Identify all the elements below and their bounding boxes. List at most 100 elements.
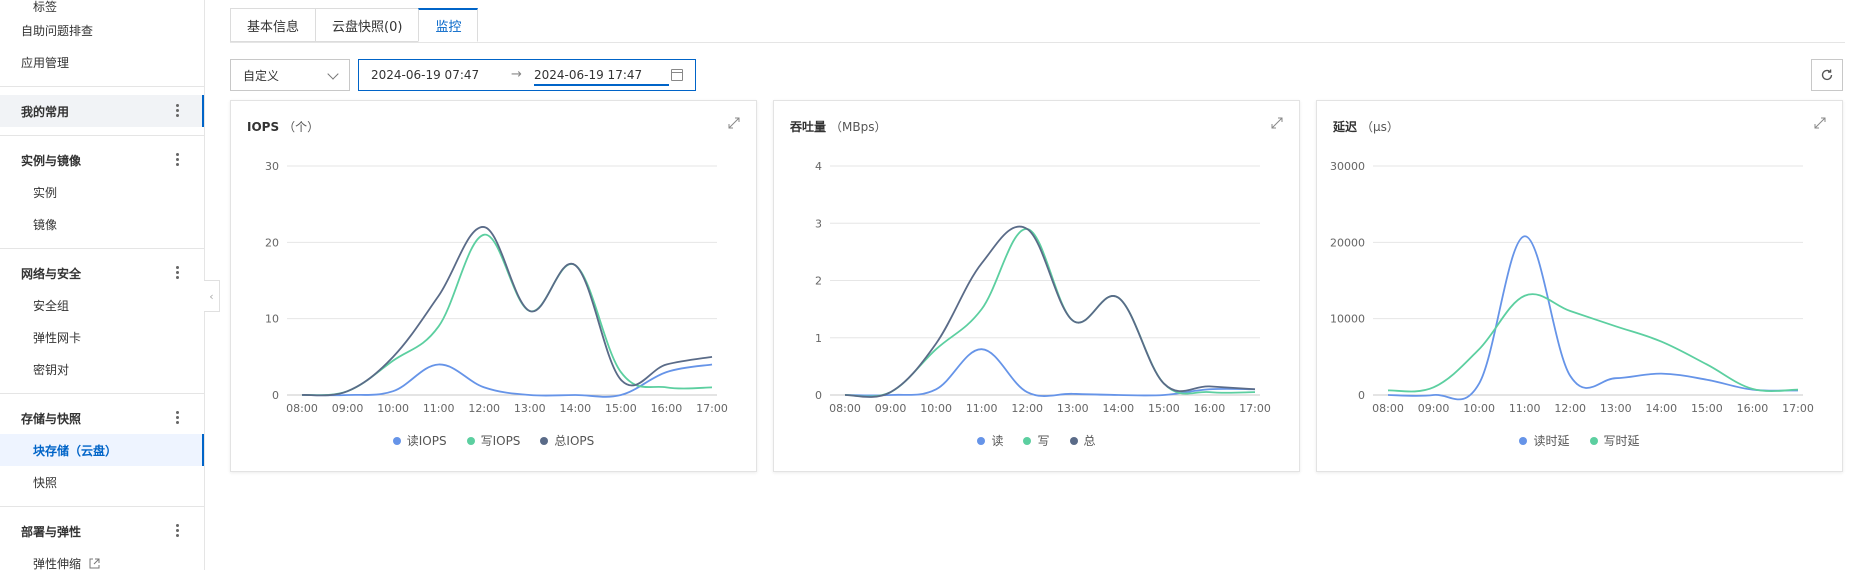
x-tick-label: 12:00 bbox=[1011, 402, 1043, 415]
legend-dot bbox=[540, 436, 549, 445]
chart-plot: 0 10 20 30 08:00 09:00 10:00 11:00 12:00 13:00 14:… bbox=[265, 160, 728, 415]
series-line-write bbox=[844, 228, 1256, 398]
time-range-select-value: 自定义 bbox=[243, 68, 280, 83]
legend-label: 读 bbox=[991, 434, 1004, 448]
sidebar-collapse-handle[interactable]: ‹ bbox=[204, 280, 220, 312]
legend-item[interactable]: 读IOPS bbox=[392, 432, 447, 449]
sidebar-item-label: 弹性伸缩 bbox=[33, 556, 82, 571]
legend-dot bbox=[392, 436, 401, 445]
iops-chart-card: 0 10 20 30 08:00 09:00 10:00 11:00 12:00 13:00 14:… bbox=[230, 100, 757, 472]
legend-label: 读IOPS bbox=[406, 434, 447, 448]
sidebar-item-label: 网络与安全 bbox=[21, 266, 82, 281]
calendar-icon[interactable] bbox=[671, 69, 683, 81]
sidebar: 标签 自助问题排查 应用管理 我的常用 实例与镜像 实例 镜像 网络与安全 安全组 弹性网卡 密钥对… bbox=[0, 0, 205, 571]
date-range-picker[interactable]: 2024-06-19 07:47 → 2024-06-19 17:47 bbox=[358, 59, 696, 91]
x-tick-label: 12:00 bbox=[468, 402, 500, 415]
sidebar-item-label: 实例与镜像 bbox=[21, 153, 82, 168]
sidebar-item[interactable]: 安全组 bbox=[0, 289, 204, 321]
legend-item[interactable]: 写IOPS bbox=[466, 432, 520, 449]
sidebar-item[interactable]: 应用管理 bbox=[0, 46, 204, 78]
legend-label: 写 bbox=[1037, 434, 1050, 448]
sidebar-item-label: 密钥对 bbox=[33, 362, 70, 377]
sidebar-item[interactable]: 自助问题排查 bbox=[0, 14, 204, 46]
legend-dot bbox=[1069, 436, 1078, 445]
tab-basic-info[interactable]: 基本信息 bbox=[230, 8, 316, 42]
series-line-total bbox=[301, 226, 713, 397]
sidebar-item-label: 我的常用 bbox=[21, 104, 70, 119]
x-tick-label: 08:00 bbox=[1372, 402, 1404, 415]
x-tick-label: 15:00 bbox=[1148, 402, 1180, 415]
refresh-button[interactable] bbox=[1811, 59, 1843, 91]
x-tick-label: 17:00 bbox=[1782, 402, 1814, 415]
y-tick-label: 30000 bbox=[1330, 160, 1365, 173]
x-tick-label: 13:00 bbox=[1600, 402, 1632, 415]
sidebar-item[interactable]: 镜像 bbox=[0, 208, 204, 240]
sidebar-divider bbox=[0, 248, 204, 249]
tab-monitoring[interactable]: 监控 bbox=[418, 8, 479, 42]
x-tick-label: 16:00 bbox=[1194, 402, 1226, 415]
sidebar-item[interactable]: 实例与镜像 bbox=[0, 144, 204, 176]
range-arrow-icon: → bbox=[511, 67, 522, 82]
expand-icon[interactable] bbox=[728, 117, 740, 129]
x-tick-label: 14:00 bbox=[1102, 402, 1134, 415]
legend-label: 总IOPS bbox=[554, 434, 595, 448]
sidebar-item[interactable]: 实例 bbox=[0, 176, 204, 208]
chart-plot: 0 10000 20000 30000 08:00 09:00 10:00 11:00 12:0… bbox=[1330, 160, 1814, 415]
expand-icon[interactable] bbox=[1271, 117, 1283, 129]
y-tick-label: 3 bbox=[815, 217, 822, 230]
legend-item[interactable]: 读 bbox=[977, 432, 1003, 449]
range-end-input[interactable]: 2024-06-19 17:47 bbox=[534, 68, 669, 86]
x-tick-label: 13:00 bbox=[1057, 402, 1089, 415]
x-tick-label: 15:00 bbox=[605, 402, 637, 415]
range-start-input[interactable]: 2024-06-19 07:47 bbox=[371, 68, 479, 82]
detail-tabs: 基本信息 云盘快照(0) 监控 bbox=[230, 8, 479, 42]
x-tick-label: 09:00 bbox=[1418, 402, 1450, 415]
more-icon[interactable] bbox=[176, 524, 180, 538]
sidebar-divider bbox=[0, 393, 204, 394]
chart-legend: 读写总 bbox=[774, 432, 1299, 449]
legend-item[interactable]: 读时延 bbox=[1519, 432, 1570, 449]
time-range-select[interactable]: 自定义 bbox=[230, 59, 350, 91]
more-icon[interactable] bbox=[176, 266, 180, 280]
more-icon[interactable] bbox=[176, 153, 180, 167]
sidebar-item[interactable]: 网络与安全 bbox=[0, 257, 204, 289]
legend-item[interactable]: 写 bbox=[1023, 432, 1050, 449]
chart-legend: 读IOPS 写IOPS 总IOPS bbox=[231, 432, 756, 449]
legend-dot bbox=[1023, 436, 1032, 445]
sidebar-item[interactable]: 弹性网卡 bbox=[0, 321, 204, 353]
x-tick-label: 17:00 bbox=[696, 402, 728, 415]
sidebar-item[interactable]: 存储与快照 bbox=[0, 402, 204, 434]
x-tick-label: 14:00 bbox=[1645, 402, 1677, 415]
legend-item[interactable]: 写时延 bbox=[1589, 432, 1640, 449]
y-tick-label: 20 bbox=[265, 236, 279, 249]
legend-item[interactable]: 总 bbox=[1069, 432, 1096, 449]
sidebar-item-label: 安全组 bbox=[33, 298, 70, 313]
more-icon[interactable] bbox=[176, 104, 180, 118]
x-tick-label: 11:00 bbox=[423, 402, 455, 415]
x-tick-label: 16:00 bbox=[1737, 402, 1769, 415]
x-tick-label: 11:00 bbox=[966, 402, 998, 415]
expand-icon[interactable] bbox=[1814, 117, 1826, 129]
sidebar-item[interactable]: 快照 bbox=[0, 466, 204, 498]
x-tick-label: 09:00 bbox=[875, 402, 907, 415]
sidebar-item[interactable]: 密钥对 bbox=[0, 353, 204, 385]
series-line-read bbox=[301, 363, 713, 398]
chevron-left-icon: ‹ bbox=[209, 289, 214, 303]
sidebar-item[interactable]: 部署与弹性 bbox=[0, 515, 204, 547]
x-tick-label: 08:00 bbox=[829, 402, 861, 415]
sidebar-item[interactable]: 弹性伸缩 bbox=[0, 547, 204, 579]
tab-snapshots[interactable]: 云盘快照(0) bbox=[315, 8, 419, 42]
y-tick-label: 0 bbox=[1358, 389, 1365, 402]
legend-dot bbox=[977, 436, 986, 445]
x-tick-label: 08:00 bbox=[286, 402, 318, 415]
y-tick-label: 10000 bbox=[1330, 313, 1365, 326]
sidebar-item[interactable]: 我的常用 bbox=[0, 95, 204, 127]
more-icon[interactable] bbox=[176, 411, 180, 425]
x-tick-label: 10:00 bbox=[920, 402, 952, 415]
throughput-chart-card: 0 1 2 3 4 08:00 09:00 10:00 11:00 12:00 13:00 14:00… bbox=[773, 100, 1300, 472]
series-line-write bbox=[301, 233, 713, 397]
chart-title: 吞吐量 （MBps） bbox=[790, 120, 887, 134]
chart-legend: 读时延 写时延 bbox=[1317, 432, 1842, 449]
sidebar-item[interactable]: 块存储（云盘） bbox=[0, 434, 204, 466]
legend-item[interactable]: 总IOPS bbox=[540, 432, 594, 449]
